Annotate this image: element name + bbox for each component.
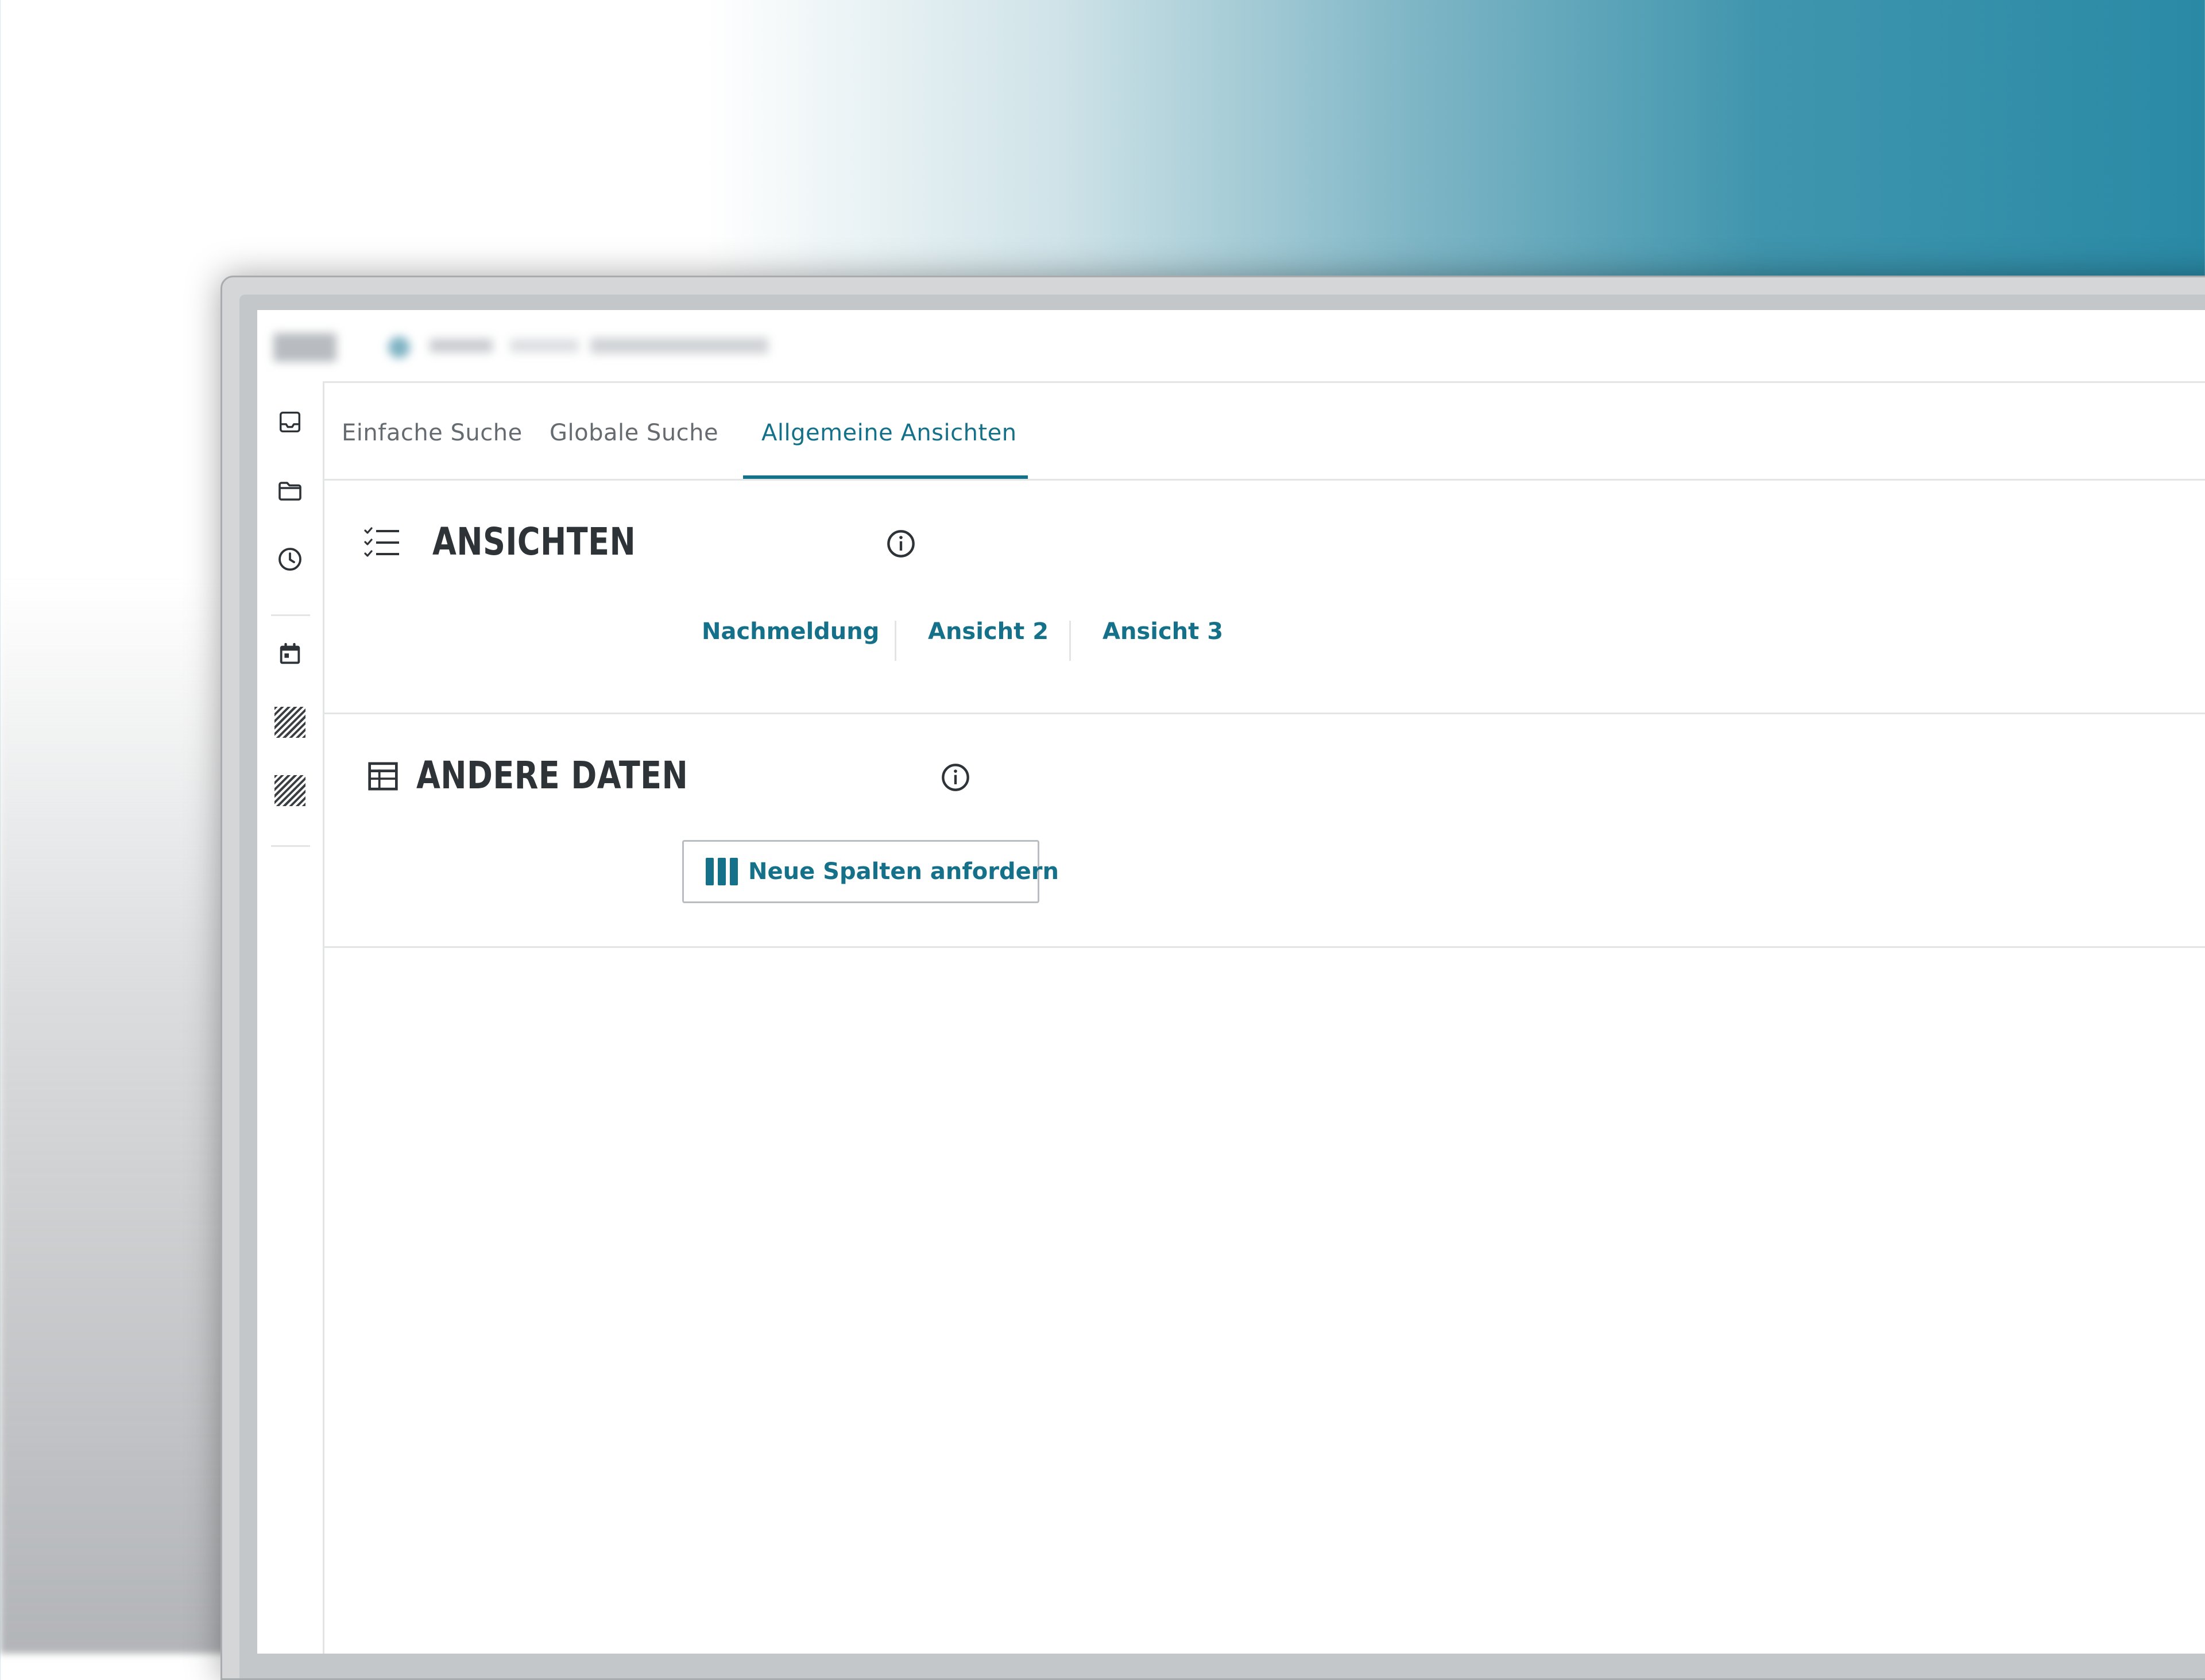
view-divider [895, 621, 896, 661]
view-link-nachmeldung[interactable]: Nachmeldung [702, 618, 879, 645]
top-bar-item[interactable] [430, 339, 493, 353]
request-columns-button[interactable]: Neue Spalten anfordern [682, 840, 1059, 903]
view-link-ansicht-2[interactable]: Ansicht 2 [928, 618, 1049, 645]
ansichten-section: ANSICHTEN Nachmeldung Ansicht 2 Ansicht … [324, 481, 2205, 714]
top-bar [257, 310, 2205, 383]
tab-bar: Einfache Suche Globale Suche Allgemeine … [324, 381, 2205, 481]
tab-einfache-suche[interactable]: Einfache Suche [342, 410, 523, 456]
sidebar-divider [271, 614, 310, 616]
checklist-icon [364, 527, 399, 557]
hatched-placeholder-icon [274, 775, 305, 806]
request-columns-label: Neue Spalten anfordern [748, 858, 1059, 885]
tab-globale-suche[interactable]: Globale Suche [550, 410, 718, 456]
info-icon[interactable] [886, 529, 916, 559]
top-bar-item[interactable] [590, 338, 768, 354]
folder-icon[interactable] [274, 475, 305, 506]
andere-daten-title: ANDERE DATEN [416, 753, 688, 798]
active-tab-indicator [743, 475, 1028, 479]
app-logo [273, 333, 336, 362]
info-icon[interactable] [941, 762, 970, 792]
app-window: Einfache Suche Globale Suche Allgemeine … [257, 310, 2205, 1654]
sidebar-divider [271, 845, 310, 847]
clock-icon[interactable] [274, 544, 305, 575]
tab-allgemeine-ansichten[interactable]: Allgemeine Ansichten [761, 410, 1017, 456]
table-icon [368, 762, 398, 791]
ansichten-title: ANSICHTEN [432, 520, 636, 564]
view-link-ansicht-3[interactable]: Ansicht 3 [1102, 618, 1223, 645]
columns-icon [706, 858, 738, 885]
calendar-icon[interactable] [274, 638, 305, 669]
andere-daten-section: ANDERE DATEN Neue Spalten anfordern [324, 714, 2205, 948]
inbox-icon[interactable] [274, 407, 305, 438]
main-content: Einfache Suche Globale Suche Allgemeine … [324, 381, 2205, 1654]
view-divider [1069, 621, 1071, 661]
top-bar-item[interactable] [510, 339, 579, 353]
hatched-placeholder-icon [274, 707, 305, 738]
sidebar [257, 381, 324, 1654]
search-icon[interactable] [388, 336, 410, 358]
placeholder-icon[interactable] [274, 775, 305, 806]
placeholder-icon[interactable] [274, 707, 305, 738]
